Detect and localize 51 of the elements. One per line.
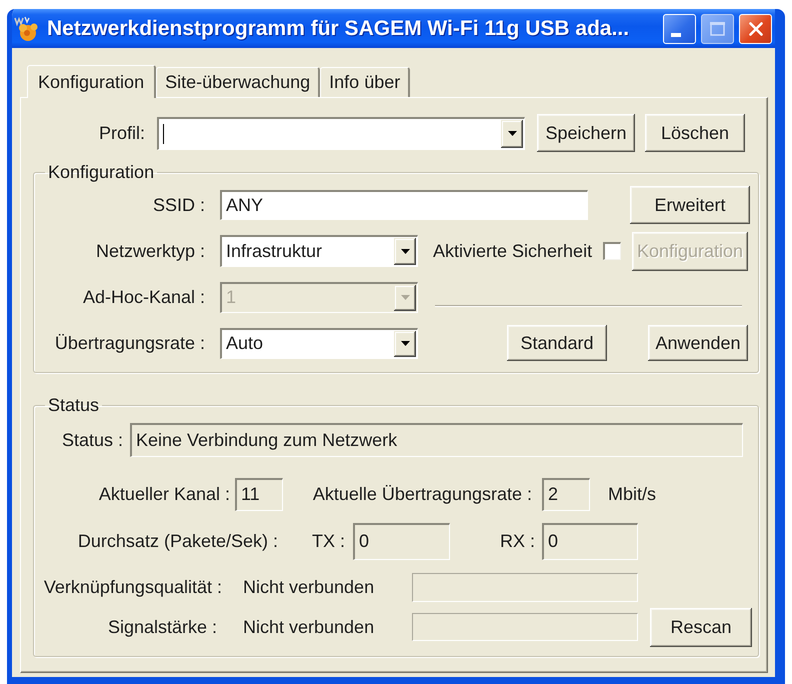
- save-button[interactable]: Speichern: [537, 114, 635, 152]
- delete-button[interactable]: Löschen: [645, 114, 745, 152]
- security-label: Aktivierte Sicherheit: [433, 240, 592, 262]
- rx-field: 0: [542, 522, 638, 560]
- group-title: Konfiguration: [47, 162, 156, 182]
- unit-label: Mbit/s: [608, 484, 656, 504]
- group-title: Status: [47, 395, 100, 415]
- minimize-button[interactable]: [663, 14, 696, 44]
- status-label: Status :: [62, 430, 123, 450]
- status-field: Keine Verbindung zum Netzwerk: [130, 423, 743, 457]
- current-rate-label: Aktuelle Übertragungsrate :: [312, 484, 532, 504]
- network-type-label: Netzwerktyp :: [96, 240, 205, 262]
- tx-field: 0: [353, 522, 450, 560]
- tab[interactable]: Konfiguration: [27, 65, 156, 98]
- dropdown-button[interactable]: [501, 120, 523, 148]
- channel-field: 11: [235, 478, 283, 510]
- rx-label: RX :: [500, 530, 535, 552]
- link-quality-value: Nicht verbunden: [243, 576, 374, 598]
- adhoc-channel-label: Ad-Hoc-Kanal :: [82, 286, 205, 308]
- signal-strength-label: Signalstärke :: [108, 616, 217, 638]
- advanced-button[interactable]: Erweitert: [630, 186, 750, 224]
- close-button[interactable]: [739, 14, 772, 44]
- profile-label: Profil:: [98, 122, 145, 144]
- caret-icon: [400, 295, 410, 300]
- ssid-label: SSID :: [152, 194, 205, 216]
- tab[interactable]: Info über: [320, 67, 410, 97]
- maximize-icon: [710, 22, 725, 36]
- security-checkbox[interactable]: [603, 242, 621, 260]
- tx-label: TX :: [312, 530, 345, 552]
- profile-combobox[interactable]: [157, 116, 525, 150]
- caret-icon: [400, 249, 410, 254]
- default-button[interactable]: Standard: [507, 325, 607, 361]
- network-type-dropdown[interactable]: Infrastruktur: [220, 235, 418, 267]
- throughput-label: Durchsatz (Pakete/Sek) :: [78, 530, 278, 552]
- rescan-button[interactable]: Rescan: [650, 608, 752, 646]
- minimize-icon: [670, 32, 680, 36]
- rate-dropdown[interactable]: Auto: [220, 328, 418, 358]
- dropdown-button[interactable]: [394, 330, 416, 356]
- rate-label: Übertragungsrate :: [54, 332, 205, 354]
- apply-button[interactable]: Anwenden: [648, 325, 748, 361]
- window-title: Netzwerkdienstprogramm für SAGEM Wi-Fi 11g USB ada...: [47, 16, 630, 40]
- caret-icon: [508, 131, 516, 136]
- caret-icon: [400, 341, 410, 346]
- tab[interactable]: Site-überwachung: [156, 67, 320, 97]
- dropdown-button[interactable]: [394, 238, 416, 265]
- current-rate-field: 2: [542, 478, 590, 510]
- signal-strength-value: Nicht verbunden: [243, 616, 374, 638]
- link-quality-label: Verknüpfungsqualität :: [44, 576, 222, 598]
- channel-label: Aktueller Kanal :: [98, 484, 230, 504]
- close-icon: [748, 22, 762, 36]
- ssid-field[interactable]: ANY: [220, 190, 588, 220]
